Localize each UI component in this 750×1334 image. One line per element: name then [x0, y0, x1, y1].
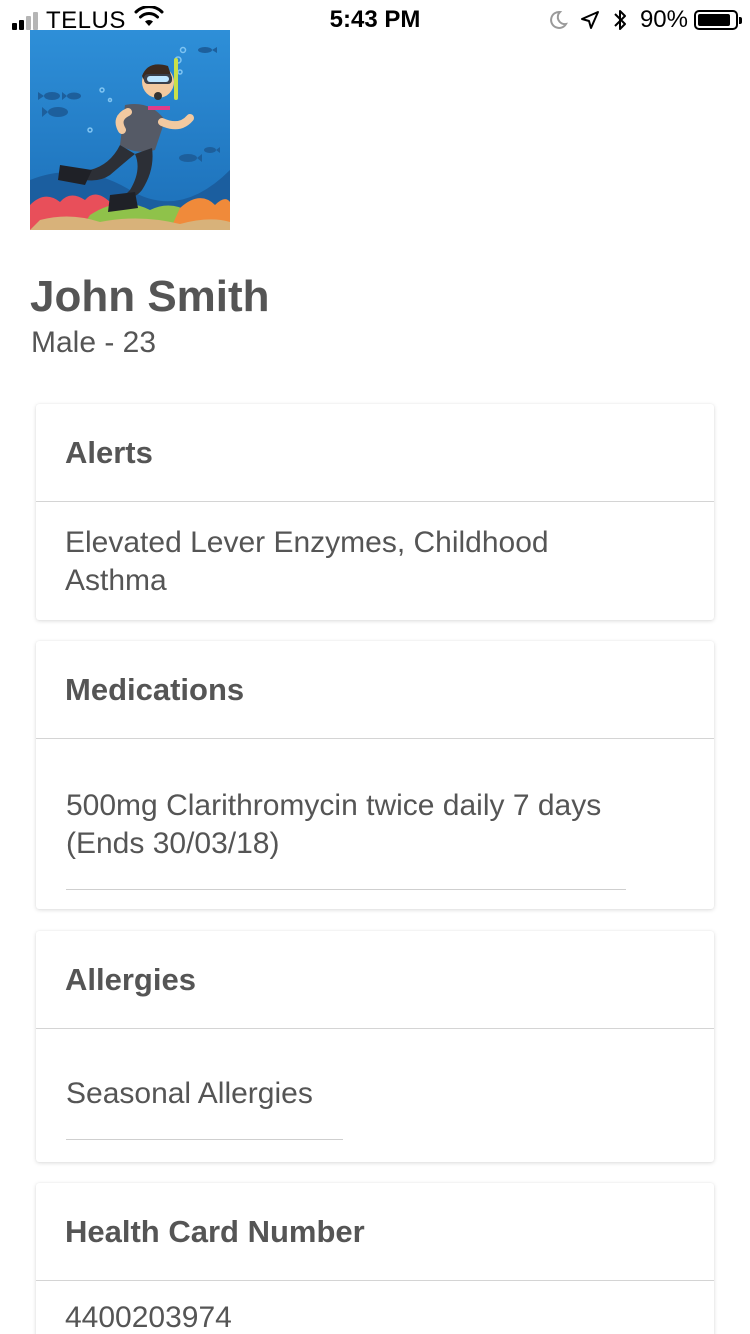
- moon-icon: [548, 10, 568, 30]
- alerts-text: Elevated Lever Enzymes, Childhood Asthma: [65, 526, 549, 597]
- health-card-number-card: Health Card Number 4400203974: [36, 1183, 714, 1334]
- patient-profile-screen: TELUS 5:43 PM 90% John Smith Male - 23 A…: [0, 0, 750, 1334]
- location-arrow-icon: [580, 10, 600, 30]
- scuba-diver-avatar[interactable]: [30, 30, 230, 230]
- battery-icon: [694, 10, 742, 30]
- patient-name: John Smith: [30, 272, 270, 321]
- battery-percent: 90%: [639, 6, 688, 33]
- medications-title: Medications: [65, 671, 245, 707]
- battery-fill: [698, 14, 730, 26]
- medications-card-header: Medications: [36, 641, 714, 739]
- status-bar-right: 90%: [536, 6, 742, 34]
- medication-item[interactable]: 500mg Clarithromycin twice daily 7 days …: [66, 739, 626, 890]
- patient-gender-age: Male - 23: [31, 326, 157, 359]
- alerts-card-header: Alerts: [36, 404, 714, 502]
- health-card-header: Health Card Number: [36, 1183, 714, 1281]
- allergies-card: Allergies Seasonal Allergies: [36, 931, 714, 1162]
- health-card-title: Health Card Number: [65, 1213, 365, 1249]
- allergy-item[interactable]: Seasonal Allergies: [66, 1029, 343, 1140]
- allergies-card-header: Allergies: [36, 931, 714, 1029]
- health-card-number-value: 4400203974: [65, 1301, 232, 1334]
- bluetooth-icon: [612, 8, 628, 32]
- allergies-title: Allergies: [65, 961, 196, 997]
- alerts-title: Alerts: [65, 434, 153, 470]
- alerts-card: Alerts Elevated Lever Enzymes, Childhood…: [36, 404, 714, 620]
- medications-card: Medications 500mg Clarithromycin twice d…: [36, 641, 714, 909]
